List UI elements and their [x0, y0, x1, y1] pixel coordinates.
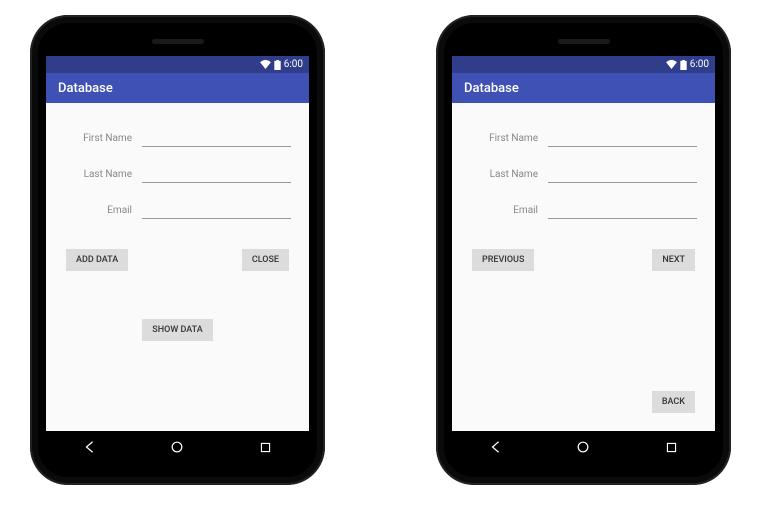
speaker-grille [558, 39, 610, 44]
email-input[interactable] [548, 201, 697, 219]
email-input[interactable] [142, 201, 291, 219]
first-name-label: First Name [470, 133, 548, 144]
first-name-row: First Name [470, 129, 697, 147]
first-name-label: First Name [64, 133, 142, 144]
clock-text: 6:00 [284, 59, 303, 70]
app-title: Database [464, 81, 519, 96]
last-name-label: Last Name [64, 169, 142, 180]
wifi-icon [260, 60, 271, 69]
next-button[interactable]: NEXT [652, 249, 695, 271]
previous-button[interactable]: PREVIOUS [472, 249, 534, 271]
form-content: First Name Last Name Email ADD DATA CLOS… [46, 103, 309, 431]
last-name-input[interactable] [548, 165, 697, 183]
phone-frame: 6:00 Database First Name Last Name Email [38, 23, 317, 477]
phone-device-right: 6:00 Database First Name Last Name Email [436, 15, 731, 485]
home-nav-icon[interactable] [157, 437, 197, 457]
email-label: Email [64, 205, 142, 216]
phone-chin [38, 463, 317, 477]
email-row: Email [64, 201, 291, 219]
last-name-input[interactable] [142, 165, 291, 183]
last-name-label: Last Name [470, 169, 548, 180]
last-name-row: Last Name [64, 165, 291, 183]
app-bar: Database [452, 73, 715, 103]
navigation-bar [46, 431, 309, 463]
first-name-row: First Name [64, 129, 291, 147]
form-content: First Name Last Name Email PREVIOUS NEXT… [452, 103, 715, 431]
show-data-button[interactable]: SHOW DATA [142, 319, 212, 341]
battery-icon [680, 60, 687, 70]
button-row-top: PREVIOUS NEXT [470, 249, 697, 271]
back-nav-icon[interactable] [70, 437, 110, 457]
email-row: Email [470, 201, 697, 219]
email-label: Email [470, 205, 548, 216]
home-nav-icon[interactable] [563, 437, 603, 457]
screen: 6:00 Database First Name Last Name Email [452, 56, 715, 431]
last-name-row: Last Name [470, 165, 697, 183]
app-title: Database [58, 81, 113, 96]
wifi-icon [666, 60, 677, 69]
battery-icon [274, 60, 281, 70]
first-name-input[interactable] [142, 129, 291, 147]
recent-nav-icon[interactable] [651, 437, 691, 457]
close-button[interactable]: CLOSE [242, 249, 289, 271]
screen: 6:00 Database First Name Last Name Email [46, 56, 309, 431]
recent-nav-icon[interactable] [245, 437, 285, 457]
phone-device-left: 6:00 Database First Name Last Name Email [30, 15, 325, 485]
back-button[interactable]: BACK [652, 391, 695, 413]
clock-text: 6:00 [690, 59, 709, 70]
speaker-grille [152, 39, 204, 44]
first-name-input[interactable] [548, 129, 697, 147]
status-bar: 6:00 [452, 56, 715, 73]
status-bar: 6:00 [46, 56, 309, 73]
navigation-bar [452, 431, 715, 463]
back-nav-icon[interactable] [476, 437, 516, 457]
button-row-center: SHOW DATA [64, 319, 291, 341]
add-data-button[interactable]: ADD DATA [66, 249, 128, 271]
phone-frame: 6:00 Database First Name Last Name Email [444, 23, 723, 477]
phone-chin [444, 463, 723, 477]
app-bar: Database [46, 73, 309, 103]
button-row-top: ADD DATA CLOSE [64, 249, 291, 271]
